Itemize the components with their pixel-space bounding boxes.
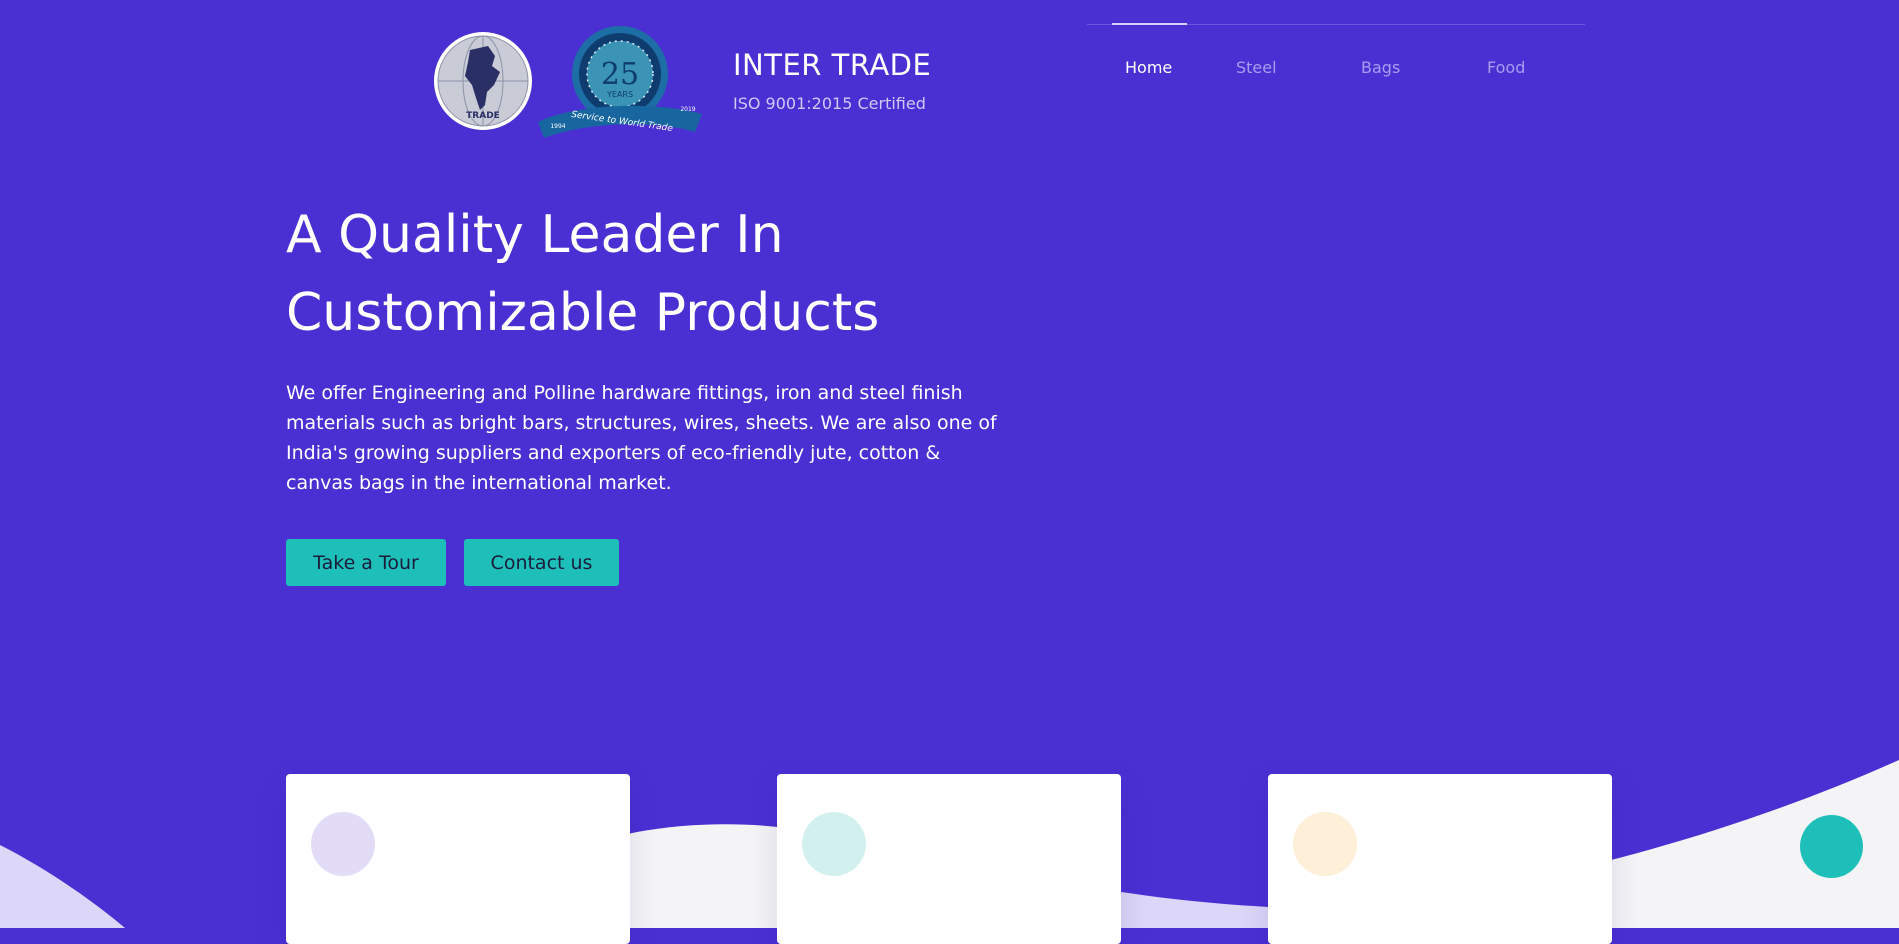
- svg-text:YEARS: YEARS: [606, 90, 633, 99]
- svg-text:1994: 1994: [550, 123, 565, 130]
- feature-card[interactable]: [1268, 774, 1612, 944]
- nav-active-indicator: [1112, 23, 1187, 25]
- hero-title-line-2: Customizable Products: [286, 283, 880, 343]
- feature-icon-circle: [311, 812, 375, 876]
- nav-item-home[interactable]: Home: [1125, 58, 1172, 77]
- svg-text:TRADE: TRADE: [466, 111, 500, 121]
- hero-title: A Quality Leader In Customizable Product…: [286, 196, 986, 352]
- feature-card[interactable]: [777, 774, 1121, 944]
- feature-card[interactable]: [286, 774, 630, 944]
- nav-item-steel[interactable]: Steel: [1236, 58, 1277, 77]
- take-a-tour-button[interactable]: Take a Tour: [286, 539, 446, 586]
- feature-icon-circle: [802, 812, 866, 876]
- main-nav: Home Steel Bags Food: [1087, 58, 1585, 82]
- floating-action-button[interactable]: [1800, 815, 1863, 878]
- nav-item-bags[interactable]: Bags: [1361, 58, 1400, 77]
- contact-us-button[interactable]: Contact us: [464, 539, 619, 586]
- certification-text: ISO 9001:2015 Certified: [733, 94, 926, 113]
- brand-name: INTER TRADE: [733, 48, 932, 82]
- svg-text:2019: 2019: [680, 106, 695, 113]
- anniversary-badge-logo: 25 YEARS Service to World Trade 1994 201…: [538, 26, 702, 138]
- company-globe-logo[interactable]: TRADE: [432, 30, 534, 132]
- nav-item-food[interactable]: Food: [1487, 58, 1525, 77]
- hero-description: We offer Engineering and Polline hardwar…: [286, 382, 997, 494]
- feature-icon-circle: [1293, 812, 1357, 876]
- svg-text:25: 25: [601, 57, 639, 92]
- hero-title-line-1: A Quality Leader In: [286, 205, 784, 265]
